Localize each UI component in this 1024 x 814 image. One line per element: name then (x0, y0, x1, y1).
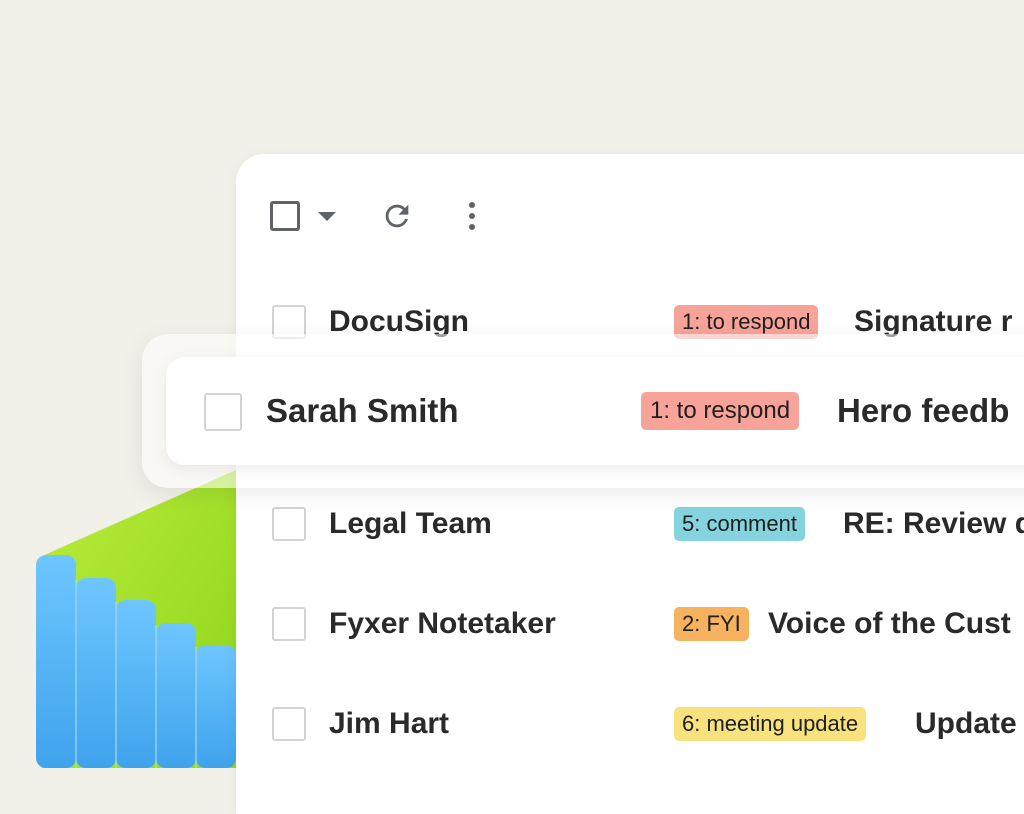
inbox-toolbar (270, 196, 482, 236)
email-tag: 5: comment (674, 507, 805, 541)
email-row-legal-team[interactable]: Legal Team 5: comment RE: Review d (236, 484, 1024, 564)
more-vert-icon[interactable] (462, 199, 482, 233)
row-checkbox[interactable] (204, 393, 242, 431)
email-row-jim-hart[interactable]: Jim Hart 6: meeting update Update (236, 684, 1024, 764)
email-tag: 6: meeting update (674, 707, 867, 741)
email-subject: Update (915, 707, 1017, 740)
caret-down-icon[interactable] (318, 211, 336, 221)
email-tag: 2: FYI (674, 607, 749, 641)
row-checkbox[interactable] (272, 507, 306, 541)
email-row-sarah-smith[interactable]: Sarah Smith 1: to respond Hero feedb (166, 357, 1024, 465)
row-checkbox[interactable] (272, 607, 306, 641)
email-sender: Sarah Smith (266, 392, 459, 429)
email-sender: Fyxer Notetaker (329, 607, 556, 640)
row-checkbox[interactable] (272, 707, 306, 741)
select-all-checkbox[interactable] (270, 201, 300, 231)
refresh-icon[interactable] (380, 199, 414, 233)
email-sender: Jim Hart (329, 707, 450, 740)
email-tag: 1: to respond (641, 392, 800, 430)
email-subject: Hero feedb (837, 392, 1010, 429)
email-row-fyxer-notetaker[interactable]: Fyxer Notetaker 2: FYI Voice of the Cust (236, 584, 1024, 664)
email-subject: RE: Review d (843, 507, 1024, 540)
email-sender: Legal Team (329, 507, 492, 540)
email-subject: Voice of the Cust (768, 607, 1011, 640)
